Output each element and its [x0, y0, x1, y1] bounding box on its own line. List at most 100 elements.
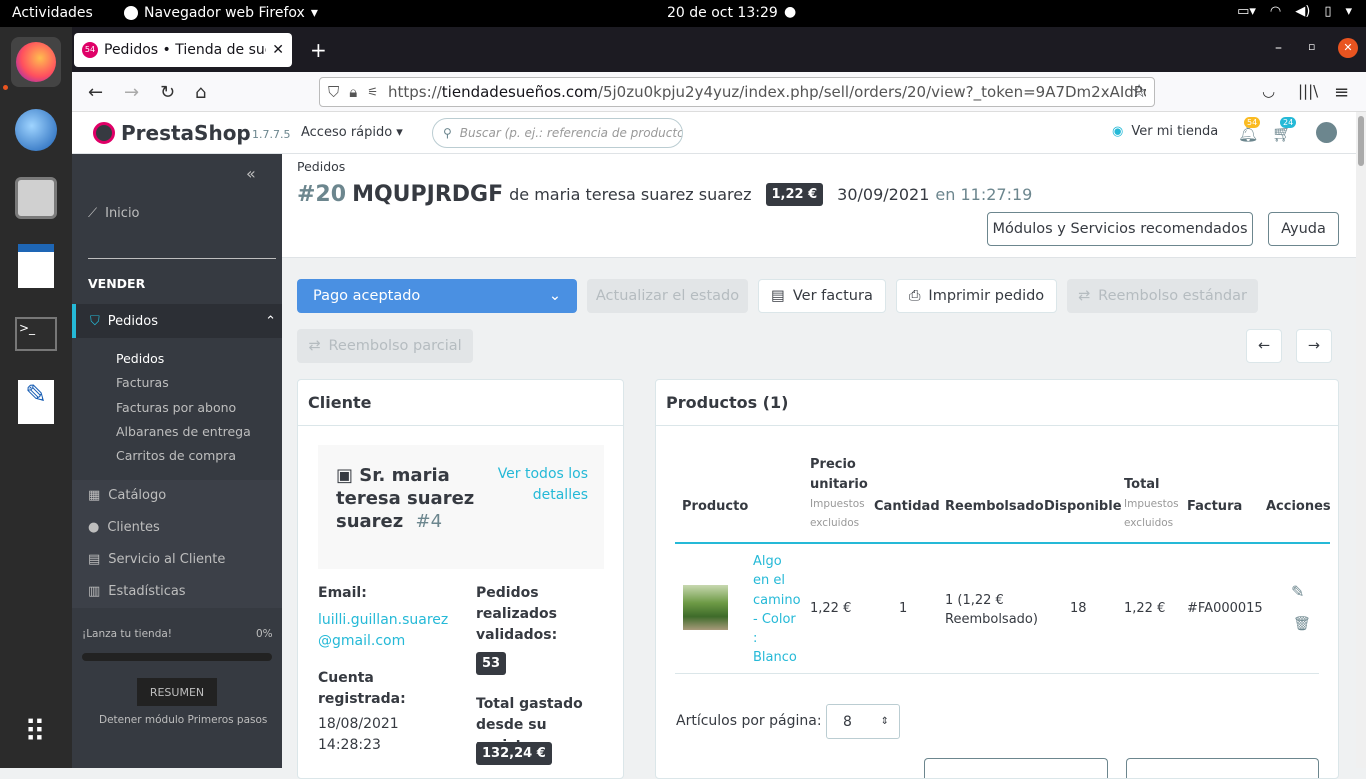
next-order-button[interactable]: → — [1296, 329, 1332, 363]
version-label: 1.7.7.5 — [252, 128, 291, 141]
prestashop-logo[interactable]: PrestaShop — [93, 121, 251, 145]
breadcrumb[interactable]: Pedidos — [297, 159, 345, 174]
caret-down-icon: ▾ — [310, 5, 318, 21]
permissions-icon[interactable]: ⚟ — [367, 85, 378, 99]
delete-trash-icon[interactable]: 🗑︎ — [1293, 616, 1311, 632]
sidebar-item-stats[interactable]: ▥ Estadísticas — [88, 584, 186, 599]
show-apps-icon[interactable]: ⠿ — [11, 707, 61, 757]
order-status-select[interactable]: Pago aceptado ⌄ — [297, 279, 577, 313]
per-page-value: 8 — [843, 713, 852, 730]
per-page-label: Artículos por página: — [676, 713, 822, 729]
sidebar-item-customers[interactable]: ● Clientes — [88, 520, 160, 535]
product-invoice: #FA000015 — [1187, 601, 1263, 616]
stop-module-link[interactable]: Detener módulo Primeros pasos — [99, 714, 267, 726]
quick-access-dropdown[interactable]: Acceso rápido ▾ — [301, 125, 403, 140]
back-icon[interactable]: ← — [88, 82, 103, 103]
volume-icon[interactable]: ◀) — [1295, 4, 1310, 19]
firefox-dock-icon[interactable] — [11, 37, 61, 87]
thunderbird-dock-icon[interactable] — [11, 105, 61, 155]
account-icon[interactable] — [1316, 122, 1337, 143]
edit-pencil-icon[interactable]: ✎ — [1291, 582, 1304, 601]
power-menu-icon[interactable]: ▾ — [1345, 4, 1352, 19]
admin-search-input[interactable]: ⚲ Buscar (p. ej.: referencia de producto… — [432, 118, 683, 148]
print-order-button[interactable]: ⎙ Imprimir pedido — [896, 279, 1057, 313]
product-name-link[interactable]: Algo en el camino - Color : Blanco — [753, 552, 801, 668]
partial-refund-label: Reembolso parcial — [328, 338, 462, 354]
sidebar-subitem-invoices[interactable]: Facturas — [116, 375, 169, 390]
view-customer-details-link[interactable]: Ver todos los detalles — [494, 464, 588, 506]
recommended-modules-button[interactable]: Módulos y Servicios recomendados — [987, 212, 1253, 246]
resume-button[interactable]: RESUMEN — [137, 678, 217, 706]
help-button[interactable]: Ayuda — [1268, 212, 1339, 246]
shield-icon[interactable]: ⛉ — [328, 83, 339, 101]
forward-icon[interactable]: → — [124, 82, 139, 103]
files-dock-icon[interactable] — [11, 173, 61, 223]
browser-tab[interactable]: 54 Pedidos • Tienda de sueñ ✕ — [74, 33, 292, 67]
product-thumbnail[interactable] — [683, 585, 728, 630]
system-tray[interactable]: ▭▾ ◠ ◀) ▯ ▾ — [1237, 4, 1352, 19]
bookmark-star-icon[interactable]: ☆ — [1131, 81, 1147, 102]
page-scrollbar[interactable] — [1356, 112, 1366, 768]
hamburger-menu-icon[interactable]: ≡ — [1334, 82, 1349, 103]
view-invoice-label: Ver factura — [792, 288, 873, 304]
wifi-icon[interactable]: ◠ — [1270, 4, 1281, 19]
text-editor-dock-icon[interactable]: ✎ — [11, 377, 61, 427]
home-icon[interactable]: ⌂ — [195, 82, 206, 103]
unit-price-header-label: Precio unitario — [810, 457, 868, 492]
sidebar-subitem-orders[interactable]: Pedidos — [116, 351, 164, 366]
app-menu-label: Navegador web Firefox — [144, 5, 305, 21]
sidebar-item-catalog[interactable]: ▦ Catálogo — [88, 488, 166, 503]
collapse-sidebar-icon[interactable]: « — [246, 164, 256, 183]
maximize-icon[interactable]: ▫ — [1308, 40, 1315, 53]
sidebar-item-home[interactable]: ⟋ Inicio — [88, 206, 140, 221]
order-total-badge: 1,22 € — [765, 183, 824, 206]
minimize-icon[interactable]: – — [1275, 40, 1282, 56]
new-tab-icon[interactable]: + — [310, 38, 327, 62]
sidebar-subitem-carts[interactable]: Carritos de compra — [116, 448, 236, 463]
cart-notifications-button[interactable]: 🛒︎ 24 — [1272, 117, 1297, 143]
standard-refund-button[interactable]: ⇄ Reembolso estándar — [1067, 279, 1258, 313]
column-header-product: Producto — [682, 499, 749, 514]
screen-icon[interactable]: ▭▾ — [1237, 4, 1256, 19]
customer-id: #4 — [415, 511, 443, 532]
sidebar-subitem-delivery-slips[interactable]: Albaranes de entrega — [116, 424, 251, 439]
page-title: #20 MQUPJRDGF de maria teresa suarez sua… — [297, 182, 1032, 207]
eye-icon: ◉ — [1112, 124, 1124, 139]
app-menu[interactable]: Navegador web Firefox ▾ — [124, 5, 318, 21]
notifications-button[interactable]: 🔔︎ 54 — [1238, 117, 1261, 143]
per-page-select[interactable]: 8 ⇕ — [826, 704, 900, 739]
lock-icon[interactable]: 🔒︎ — [349, 83, 357, 101]
valid-orders-label: Pedidos realizados validados: — [476, 585, 558, 643]
customer-email-link[interactable]: luilli.guillan.suarez@gmail.com — [318, 610, 453, 652]
url-bar[interactable]: ⛉ 🔒︎ ⚟ https://tiendadesueños.com/5j0zu0… — [319, 77, 1155, 107]
brand-name: PrestaShop — [121, 121, 251, 145]
view-store-link[interactable]: ◉ Ver mi tienda — [1112, 124, 1218, 139]
tab-close-icon[interactable]: ✕ — [272, 42, 284, 58]
total-spent-badge: 132,24 € — [476, 742, 552, 765]
reload-icon[interactable]: ↻ — [160, 82, 175, 103]
search-placeholder: Buscar (p. ej.: referencia de producto, … — [459, 126, 683, 140]
window-close-icon[interactable]: ✕ — [1338, 38, 1358, 58]
pocket-icon[interactable]: ◡ — [1262, 82, 1275, 100]
partial-refund-button[interactable]: ⇄ Reembolso parcial — [297, 329, 473, 363]
previous-order-button[interactable]: ← — [1246, 329, 1282, 363]
add-product-button[interactable] — [924, 758, 1108, 778]
sidebar-subitem-credit-slips[interactable]: Facturas por abono — [116, 400, 236, 415]
sidebar-item-orders[interactable]: ⛉ Pedidos ⌃ — [72, 304, 282, 338]
scrollbar-thumb[interactable] — [1358, 116, 1364, 166]
activities-button[interactable]: Actividades — [12, 5, 93, 21]
writer-dock-icon[interactable] — [11, 241, 61, 291]
tab-title: Pedidos • Tienda de sueñ — [104, 42, 267, 58]
order-time: en 11:27:19 — [935, 185, 1033, 204]
add-discount-button[interactable] — [1126, 758, 1319, 778]
trend-icon: ⟋ — [88, 206, 98, 221]
view-invoice-button[interactable]: ▤ Ver factura — [758, 279, 886, 313]
product-refunded: 1 (1,22 € Reembolsado) — [945, 593, 1038, 627]
clock[interactable]: 20 de oct 13:29 — [667, 5, 778, 21]
update-status-button[interactable]: Actualizar el estado — [587, 279, 748, 313]
arrow-left-icon: ← — [1257, 338, 1271, 354]
terminal-dock-icon[interactable]: >_ — [11, 309, 61, 359]
sidebar-item-customer-service[interactable]: ▤ Servicio al Cliente — [88, 552, 225, 567]
battery-icon[interactable]: ▯ — [1324, 4, 1331, 19]
library-icon[interactable]: |||\ — [1298, 82, 1318, 100]
